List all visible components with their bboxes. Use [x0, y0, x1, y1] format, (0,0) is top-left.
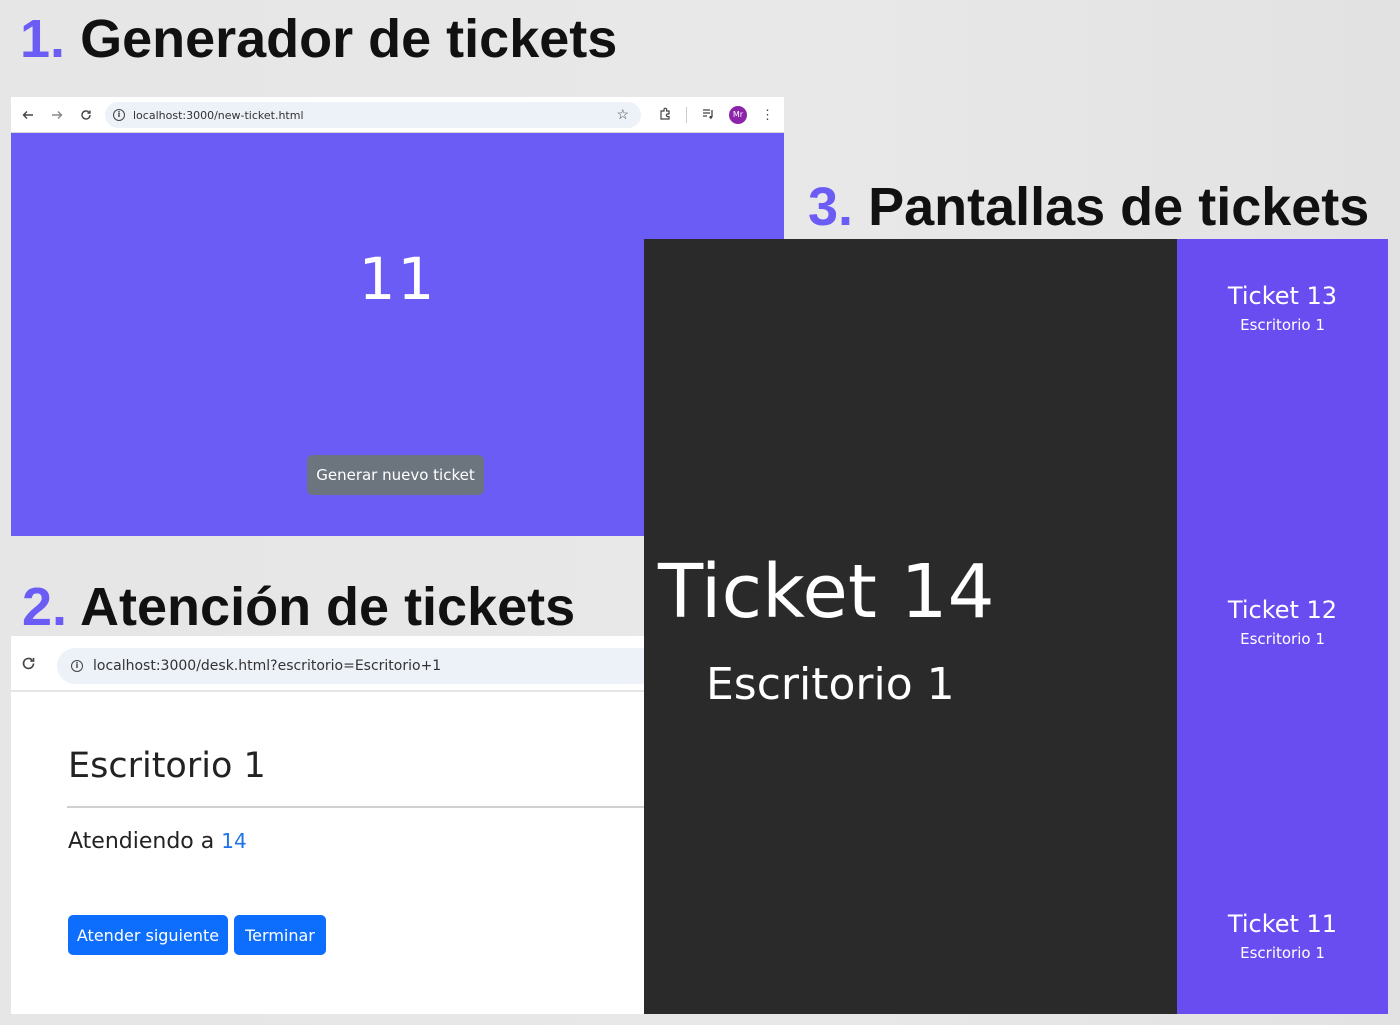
recent-ticket-label: Ticket 13	[1227, 282, 1338, 310]
recent-ticket-label: Ticket 12	[1227, 596, 1338, 624]
recent-desk-label: Escritorio 1	[1240, 944, 1325, 962]
serving-label: Atendiendo a	[68, 829, 215, 854]
forward-arrow-icon[interactable]	[49, 107, 65, 123]
media-control-icon[interactable]	[701, 107, 715, 124]
back-arrow-icon[interactable]	[20, 107, 36, 123]
current-ticket-label: Ticket 14	[658, 549, 995, 635]
toolbar-actions: Mr ⋮	[644, 97, 784, 133]
section-title-text: Atención de tickets	[80, 577, 576, 637]
section-number: 2.	[22, 577, 68, 637]
serving-status: Atendiendo a 14	[68, 829, 247, 854]
site-info-icon[interactable]: i	[71, 660, 83, 672]
recent-ticket-item: Ticket 11 Escritorio 1	[1177, 910, 1388, 962]
serving-ticket-number: 14	[221, 829, 247, 853]
generate-ticket-button[interactable]: Generar nuevo ticket	[307, 455, 484, 495]
section-title-text: Generador de tickets	[80, 9, 618, 69]
recent-ticket-label: Ticket 11	[1227, 910, 1338, 938]
section-title-display: 3. Pantallas de tickets	[808, 180, 1369, 234]
recent-desk-label: Escritorio 1	[1240, 630, 1325, 648]
browser-toolbar: i localhost:3000/desk.html?escritorio=Es…	[11, 636, 644, 692]
recent-ticket-item: Ticket 13 Escritorio 1	[1177, 282, 1388, 334]
recent-desk-label: Escritorio 1	[1240, 316, 1325, 334]
address-bar[interactable]: i localhost:3000/new-ticket.html ☆	[105, 102, 641, 128]
desk-heading: Escritorio 1	[68, 746, 266, 786]
serve-next-button[interactable]: Atender siguiente	[68, 915, 228, 955]
section-number: 3.	[808, 177, 854, 237]
divider	[67, 806, 644, 808]
reload-icon[interactable]	[78, 107, 94, 123]
recent-tickets-panel: Ticket 13 Escritorio 1 Ticket 12 Escrito…	[1177, 239, 1388, 1014]
bookmark-star-icon[interactable]: ☆	[616, 106, 629, 123]
browser-toolbar: i localhost:3000/new-ticket.html ☆ Mr ⋮	[11, 97, 784, 133]
section-title-desk: 2. Atención de tickets	[22, 580, 575, 634]
toolbar-divider	[686, 107, 687, 123]
site-info-icon[interactable]: i	[113, 109, 125, 121]
section-title-text: Pantallas de tickets	[868, 177, 1370, 237]
recent-ticket-item: Ticket 12 Escritorio 1	[1177, 596, 1388, 648]
address-bar[interactable]: i localhost:3000/desk.html?escritorio=Es…	[57, 648, 644, 684]
extensions-icon[interactable]	[658, 107, 672, 124]
finish-button[interactable]: Terminar	[234, 915, 326, 955]
profile-avatar[interactable]: Mr	[729, 106, 747, 124]
url-text: localhost:3000/new-ticket.html	[133, 108, 304, 122]
url-text: localhost:3000/desk.html?escritorio=Escr…	[93, 658, 442, 674]
section-title-generator: 1. Generador de tickets	[20, 12, 617, 66]
more-menu-icon[interactable]: ⋮	[761, 107, 774, 123]
current-desk-label: Escritorio 1	[706, 659, 955, 710]
desk-screen: i localhost:3000/desk.html?escritorio=Es…	[11, 636, 644, 1014]
section-number: 1.	[20, 9, 66, 69]
reload-icon[interactable]	[21, 656, 36, 676]
display-screen: Ticket 14 Escritorio 1 Ticket 13 Escrito…	[644, 239, 1388, 1014]
